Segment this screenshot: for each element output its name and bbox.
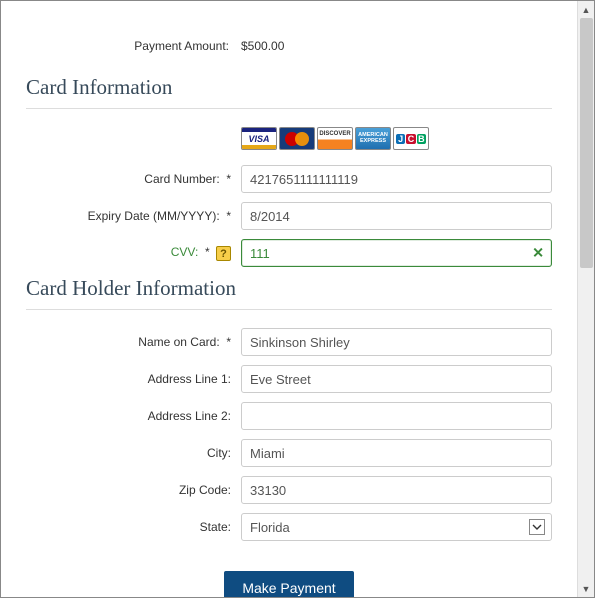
zip-input[interactable] xyxy=(241,476,552,504)
cvv-row: CVV: * ? ✕ xyxy=(26,239,552,267)
state-row: State: Florida xyxy=(26,513,552,541)
clear-icon[interactable]: ✕ xyxy=(532,245,544,262)
scroll-thumb[interactable] xyxy=(580,18,593,268)
card-brand-logos: VISA DISCOVER AMERICANEXPRESS JCB xyxy=(241,127,552,150)
cvv-input[interactable] xyxy=(241,239,552,267)
visa-icon: VISA xyxy=(241,127,277,150)
jcb-icon: JCB xyxy=(393,127,429,150)
expiry-row: Expiry Date (MM/YYYY): * xyxy=(26,202,552,230)
cvv-label: CVV: xyxy=(171,245,199,259)
vertical-scrollbar[interactable]: ▲ ▼ xyxy=(577,1,594,597)
scroll-down-icon[interactable]: ▼ xyxy=(578,580,594,597)
expiry-input[interactable] xyxy=(241,202,552,230)
address1-row: Address Line 1: xyxy=(26,365,552,393)
card-information-heading: Card Information xyxy=(26,75,552,109)
cvv-help-icon[interactable]: ? xyxy=(216,246,231,261)
payment-amount-value: $500.00 xyxy=(241,39,284,53)
card-number-label: Card Number: xyxy=(144,172,219,186)
name-row: Name on Card: * xyxy=(26,328,552,356)
card-number-row: Card Number: * xyxy=(26,165,552,193)
city-input[interactable] xyxy=(241,439,552,467)
address2-row: Address Line 2: xyxy=(26,402,552,430)
state-select[interactable]: Florida xyxy=(241,513,552,541)
make-payment-button[interactable]: Make Payment xyxy=(224,571,353,597)
scroll-up-icon[interactable]: ▲ xyxy=(578,1,594,18)
city-label: City: xyxy=(26,446,241,460)
required-mark: * xyxy=(205,245,210,259)
city-row: City: xyxy=(26,439,552,467)
chevron-down-icon xyxy=(529,519,545,535)
payment-amount-row: Payment Amount: $500.00 xyxy=(26,39,552,53)
card-holder-heading: Card Holder Information xyxy=(26,276,552,310)
required-mark: * xyxy=(226,172,231,186)
name-label: Name on Card: xyxy=(138,335,219,349)
mastercard-icon xyxy=(279,127,315,150)
amex-icon: AMERICANEXPRESS xyxy=(355,127,391,150)
expiry-label: Expiry Date (MM/YYYY): xyxy=(88,209,220,223)
state-selected-value: Florida xyxy=(250,520,290,535)
name-input[interactable] xyxy=(241,328,552,356)
payment-amount-label: Payment Amount: xyxy=(26,39,241,53)
address1-label: Address Line 1: xyxy=(26,372,241,386)
zip-row: Zip Code: xyxy=(26,476,552,504)
address2-input[interactable] xyxy=(241,402,552,430)
address1-input[interactable] xyxy=(241,365,552,393)
state-label: State: xyxy=(26,520,241,534)
form-content: Payment Amount: $500.00 Card Information… xyxy=(1,1,577,597)
discover-icon: DISCOVER xyxy=(317,127,353,150)
payment-form-window: Payment Amount: $500.00 Card Information… xyxy=(0,0,595,598)
submit-row: Make Payment xyxy=(26,571,552,597)
required-mark: * xyxy=(226,335,231,349)
zip-label: Zip Code: xyxy=(26,483,241,497)
card-logos-row: VISA DISCOVER AMERICANEXPRESS JCB xyxy=(26,127,552,156)
required-mark: * xyxy=(226,209,231,223)
address2-label: Address Line 2: xyxy=(26,409,241,423)
card-number-input[interactable] xyxy=(241,165,552,193)
